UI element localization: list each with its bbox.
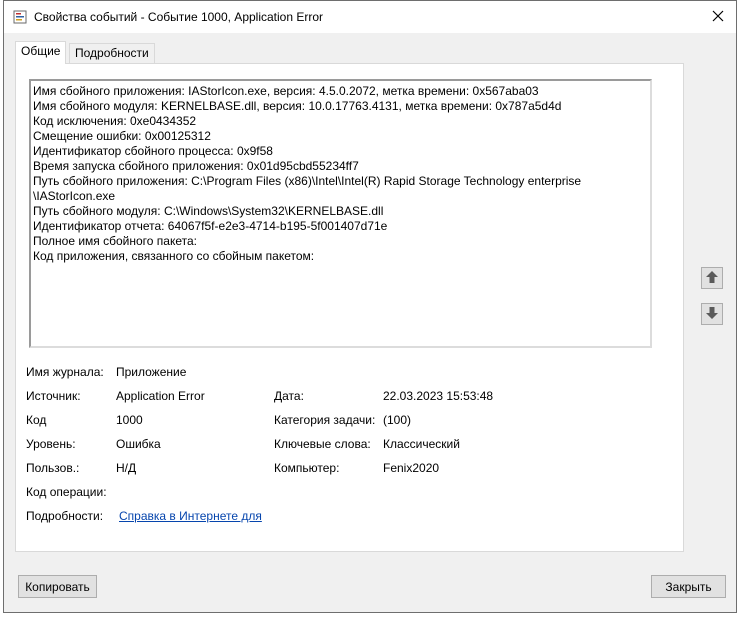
code-label: Код (26, 413, 47, 427)
tab-general[interactable]: Общие (15, 41, 67, 64)
computer-label: Компьютер: (274, 461, 340, 475)
description-line: Идентификатор сбойного процесса: 0x9f58 (33, 144, 273, 158)
close-icon (712, 10, 724, 25)
event-properties-window: Свойства событий - Событие 1000, Applica… (3, 0, 737, 613)
previous-event-button[interactable] (701, 267, 723, 289)
description-line: Код приложения, связанного со сбойным па… (33, 249, 315, 263)
user-label: Пользов.: (26, 461, 80, 475)
close-window-button[interactable] (700, 1, 736, 33)
task-category-label: Категория задачи: (274, 413, 376, 427)
log-name-value: Приложение (116, 365, 187, 379)
arrow-down-icon (705, 306, 719, 323)
source-value: Application Error (116, 389, 205, 403)
description-line: Имя сбойного приложения: IAStorIcon.exe,… (33, 84, 539, 98)
date-label: Дата: (274, 389, 304, 403)
next-event-button[interactable] (701, 303, 723, 325)
tab-details[interactable]: Подробности (69, 43, 155, 64)
level-label: Уровень: (26, 437, 76, 451)
level-value: Ошибка (116, 437, 161, 451)
online-help-link[interactable]: Справка в Интернете для (119, 509, 262, 523)
arrow-up-icon (705, 270, 719, 287)
opcode-label: Код операции: (26, 485, 107, 499)
description-line: Смещение ошибки: 0x00125312 (33, 129, 211, 143)
keywords-label: Ключевые слова: (274, 437, 371, 451)
source-label: Источник: (26, 389, 81, 403)
window-title: Свойства событий - Событие 1000, Applica… (34, 10, 324, 24)
date-value: 22.03.2023 15:53:48 (383, 389, 494, 403)
title-bar[interactable]: Свойства событий - Событие 1000, Applica… (4, 1, 736, 33)
close-button[interactable]: Закрыть (651, 575, 726, 598)
description-line: Имя сбойного модуля: KERNELBASE.dll, вер… (33, 99, 562, 113)
keywords-value: Классический (383, 437, 460, 451)
copy-button[interactable]: Копировать (18, 575, 97, 598)
code-value: 1000 (116, 413, 143, 427)
description-line: Время запуска сбойного приложения: 0x01d… (33, 159, 359, 173)
log-name-label: Имя журнала: (26, 365, 104, 379)
event-description-box[interactable]: Имя сбойного приложения: IAStorIcon.exe,… (29, 79, 652, 348)
description-line: Путь сбойного модуля: C:\Windows\System3… (33, 204, 384, 218)
computer-value: Fenix2020 (383, 461, 440, 475)
description-line: Полное имя сбойного пакета: (33, 234, 198, 248)
description-line: Код исключения: 0xe0434352 (33, 114, 197, 128)
more-info-label: Подробности: (26, 509, 104, 523)
task-category-value: (100) (383, 413, 412, 427)
description-line: \IAStorIcon.exe (33, 189, 116, 203)
event-viewer-icon (13, 10, 27, 24)
user-value: Н/Д (116, 461, 137, 475)
description-line: Идентификатор отчета: 64067f5f-e2e3-4714… (33, 219, 388, 233)
description-line: Путь сбойного приложения: C:\Program Fil… (33, 174, 582, 188)
